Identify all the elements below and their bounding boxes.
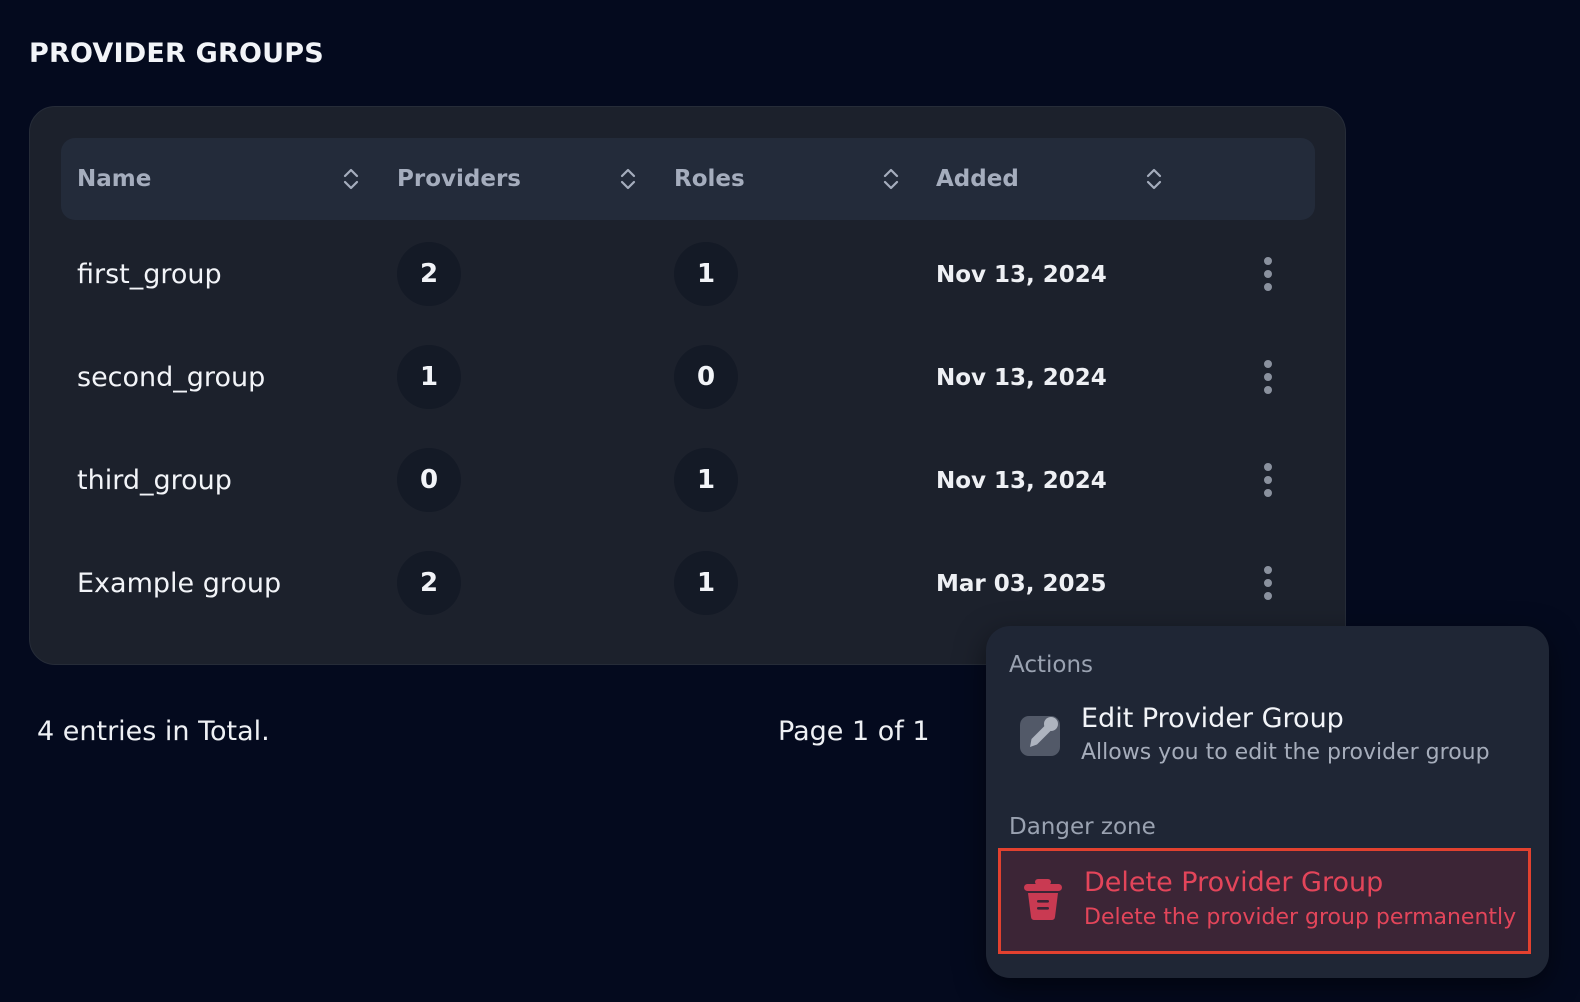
providers-count-badge: 1 [397, 345, 461, 409]
row-actions-menu: Actions Edit Provider Group Allows you t… [986, 626, 1549, 978]
delete-provider-group-menu-item[interactable]: Delete Provider Group Delete the provide… [998, 848, 1531, 954]
roles-count-badge: 1 [674, 448, 738, 512]
added-date: Mar 03, 2025 [936, 570, 1107, 597]
group-name: third_group [77, 465, 232, 496]
menu-section-actions: Actions [1009, 652, 1094, 678]
column-header-name[interactable]: Name [77, 138, 151, 220]
edit-menu-title: Edit Provider Group [1081, 703, 1344, 734]
provider-groups-table: Name Providers Roles Added first_group 2… [29, 106, 1346, 665]
pencil-icon [1020, 716, 1060, 756]
roles-count-badge: 1 [674, 551, 738, 615]
providers-count-badge: 2 [397, 551, 461, 615]
pagination-status: Page 1 of 1 [778, 716, 930, 747]
table-header: Name Providers Roles Added [61, 138, 1315, 220]
providers-count-badge: 0 [397, 448, 461, 512]
edit-provider-group-menu-item[interactable]: Edit Provider Group Allows you to edit t… [998, 698, 1531, 780]
roles-count-badge: 1 [674, 242, 738, 306]
kebab-icon[interactable] [1253, 562, 1283, 604]
edit-menu-description: Allows you to edit the provider group [1081, 740, 1490, 765]
column-header-roles[interactable]: Roles [674, 138, 745, 220]
group-name: second_group [77, 362, 266, 393]
sort-icon[interactable] [618, 165, 638, 193]
added-date: Nov 13, 2024 [936, 364, 1107, 391]
added-date: Nov 13, 2024 [936, 261, 1107, 288]
column-header-added[interactable]: Added [936, 138, 1019, 220]
table-row[interactable]: third_group 0 1 Nov 13, 2024 [61, 429, 1315, 532]
delete-menu-title: Delete Provider Group [1084, 867, 1384, 898]
entries-total: 4 entries in Total. [37, 716, 270, 747]
sort-icon[interactable] [1144, 165, 1164, 193]
table-row[interactable]: first_group 2 1 Nov 13, 2024 [61, 223, 1315, 326]
page-title: PROVIDER GROUPS [29, 38, 324, 69]
column-header-providers[interactable]: Providers [397, 138, 521, 220]
table-row[interactable]: Example group 2 1 Mar 03, 2025 [61, 532, 1315, 635]
sort-icon[interactable] [881, 165, 901, 193]
table-row[interactable]: second_group 1 0 Nov 13, 2024 [61, 326, 1315, 429]
roles-count-badge: 0 [674, 345, 738, 409]
kebab-icon[interactable] [1253, 459, 1283, 501]
group-name: first_group [77, 259, 222, 290]
sort-icon[interactable] [341, 165, 361, 193]
trash-icon [1024, 879, 1062, 920]
kebab-icon[interactable] [1253, 356, 1283, 398]
added-date: Nov 13, 2024 [936, 467, 1107, 494]
group-name: Example group [77, 568, 282, 599]
menu-section-danger-zone: Danger zone [1009, 814, 1156, 840]
kebab-icon[interactable] [1253, 253, 1283, 295]
providers-count-badge: 2 [397, 242, 461, 306]
delete-menu-description: Delete the provider group permanently [1084, 905, 1517, 930]
